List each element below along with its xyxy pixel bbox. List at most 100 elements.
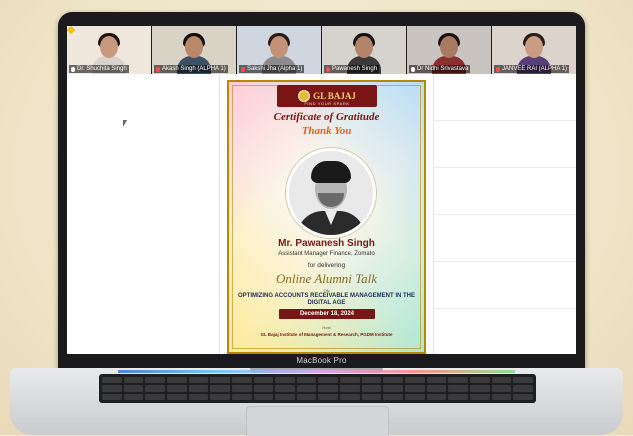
participant-tile[interactable]: Sakshi Jha (Alpha 1) bbox=[237, 26, 321, 74]
keyboard-key bbox=[123, 385, 144, 392]
panel-row bbox=[434, 215, 576, 262]
keyboard-key bbox=[340, 393, 360, 400]
keyboard-key bbox=[470, 393, 490, 400]
keyboard-key bbox=[448, 385, 469, 392]
keyboard-key bbox=[123, 377, 144, 384]
keyboard-key bbox=[383, 377, 404, 384]
participant-tile[interactable]: Dr Nidhi Srivastava bbox=[407, 26, 491, 74]
keyboard-key bbox=[123, 393, 144, 400]
keyboard-key bbox=[405, 393, 425, 400]
keyboard-key bbox=[102, 393, 122, 400]
keyboard-key bbox=[275, 393, 295, 400]
keyboard-key bbox=[231, 385, 252, 392]
certificate: GL BAJAJ FIND YOUR SPARK Certificate of … bbox=[227, 80, 426, 354]
touch-bar bbox=[118, 370, 515, 373]
keyboard-key bbox=[491, 385, 512, 392]
keyboard-key bbox=[491, 393, 512, 400]
keyboard-key bbox=[426, 385, 447, 392]
keyboard-key bbox=[426, 393, 447, 400]
keyboard-key bbox=[275, 377, 295, 384]
keyboard-key bbox=[513, 393, 533, 400]
keyboard-key bbox=[253, 377, 274, 384]
keyboard-key bbox=[448, 377, 469, 384]
panel-row bbox=[434, 262, 576, 309]
recipient-role: Assistant Manager Finance, Zomato bbox=[278, 251, 375, 257]
keyboard-key bbox=[296, 393, 317, 400]
keyboard-key bbox=[470, 385, 490, 392]
mic-icon bbox=[411, 66, 415, 72]
certificate-title: Certificate of Gratitude bbox=[273, 111, 380, 123]
participant-name: Dr. Shuchita Singh bbox=[77, 66, 127, 72]
keyboard-key bbox=[231, 393, 252, 400]
keyboard-key bbox=[448, 393, 469, 400]
keyboard-key bbox=[145, 393, 165, 400]
keyboard-key bbox=[318, 377, 339, 384]
keyboard-key bbox=[513, 385, 533, 392]
trackpad bbox=[246, 406, 389, 436]
recipient-name: Mr. Pawanesh Singh bbox=[278, 238, 375, 249]
participant-name-tag: Akash Singh (ALPHA 1) bbox=[154, 65, 228, 73]
institute-name: GL Bajaj Institute of Management & Resea… bbox=[260, 332, 393, 337]
mic-muted-icon bbox=[156, 66, 160, 72]
participant-tile[interactable]: Akash Singh (ALPHA 1) bbox=[152, 26, 236, 74]
keyboard-key bbox=[253, 385, 274, 392]
keyboard bbox=[99, 374, 536, 403]
keyboard-key bbox=[275, 385, 295, 392]
keyboard-key bbox=[470, 377, 490, 384]
keyboard-key bbox=[188, 393, 209, 400]
keyboard-key bbox=[361, 393, 382, 400]
shared-window-left-panel bbox=[67, 74, 220, 354]
keyboard-key bbox=[491, 377, 512, 384]
keyboard-key bbox=[318, 393, 339, 400]
keyboard-key bbox=[166, 393, 187, 400]
keyboard-key bbox=[210, 385, 230, 392]
mouse-cursor-icon bbox=[123, 120, 127, 127]
keyboard-key bbox=[361, 385, 382, 392]
participant-name: JANVEE RAI (ALPHA 1) bbox=[502, 66, 568, 72]
keyboard-key bbox=[253, 393, 274, 400]
mic-muted-icon bbox=[496, 66, 500, 72]
keyboard-key bbox=[426, 377, 447, 384]
keyboard-key bbox=[231, 377, 252, 384]
participant-tile[interactable]: Dr. Shuchita Singh bbox=[67, 26, 151, 74]
keyboard-key bbox=[318, 385, 339, 392]
participant-name: Dr Nidhi Srivastava bbox=[417, 66, 469, 72]
participant-tile[interactable]: JANVEE RAI (ALPHA 1) bbox=[492, 26, 576, 74]
panel-row bbox=[434, 168, 576, 215]
logo-tagline: FIND YOUR SPARK bbox=[304, 101, 350, 106]
mic-muted-icon bbox=[241, 66, 245, 72]
keyboard-key bbox=[296, 377, 317, 384]
for-delivering-text: for delivering bbox=[307, 262, 346, 269]
keyboard-key bbox=[166, 377, 187, 384]
keyboard-key bbox=[188, 385, 209, 392]
panel-row bbox=[434, 121, 576, 168]
laptop-screen: Dr. Shuchita Singh Akash Singh (ALPHA 1) S… bbox=[67, 26, 576, 354]
mic-icon bbox=[71, 66, 75, 72]
keyboard-key bbox=[102, 377, 122, 384]
keyboard-key bbox=[405, 377, 425, 384]
keyboard-key bbox=[361, 377, 382, 384]
host-text: Host bbox=[322, 325, 331, 330]
participant-tile[interactable]: Pawanesh Singh bbox=[322, 26, 406, 74]
participant-name: Sakshi Jha (Alpha 1) bbox=[247, 66, 303, 72]
keyboard-key bbox=[166, 385, 187, 392]
speaker-photo bbox=[286, 148, 376, 238]
panel-row bbox=[434, 74, 576, 121]
certificate-thanks: Thank You bbox=[301, 125, 352, 137]
keyboard-key bbox=[405, 385, 425, 392]
participant-name-tag: Sakshi Jha (Alpha 1) bbox=[239, 65, 305, 73]
keyboard-key bbox=[188, 377, 209, 384]
keyboard-key bbox=[340, 377, 360, 384]
keyboard-key bbox=[296, 385, 317, 392]
keyboard-key bbox=[383, 385, 404, 392]
screen-share-area: GL BAJAJ FIND YOUR SPARK Certificate of … bbox=[67, 74, 576, 354]
event-name: Online Alumni Talk bbox=[275, 271, 378, 286]
talk-topic: OPTIMIZING ACCOUNTS RECEIVABLE MANAGEMEN… bbox=[238, 293, 415, 306]
institute-logo: GL BAJAJ FIND YOUR SPARK bbox=[277, 85, 377, 107]
keyboard-key bbox=[383, 393, 404, 400]
participant-name: Pawanesh Singh bbox=[332, 66, 378, 72]
participant-name-tag: Dr Nidhi Srivastava bbox=[409, 65, 471, 73]
keyboard-key bbox=[145, 377, 165, 384]
event-date-badge: December 18, 2024 bbox=[279, 309, 375, 319]
keyboard-key bbox=[513, 377, 533, 384]
